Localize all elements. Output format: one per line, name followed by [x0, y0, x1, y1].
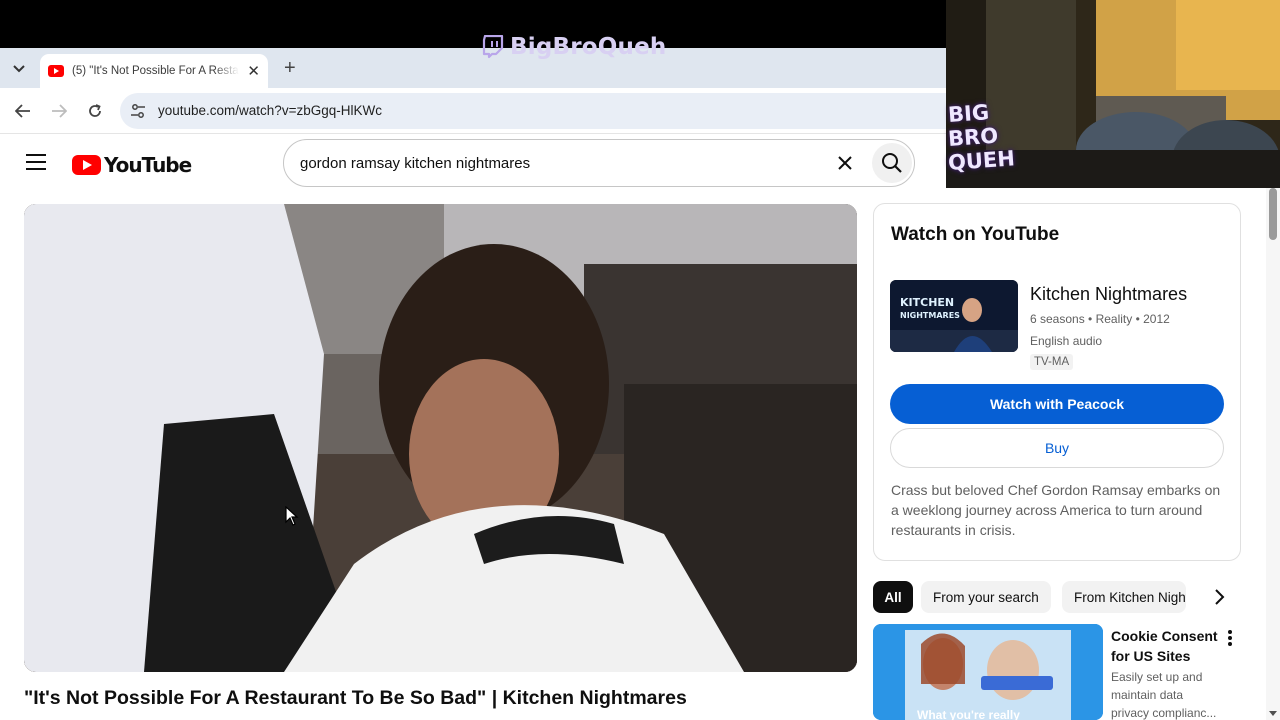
- show-meta: 6 seasons • Reality • 2012: [1030, 312, 1170, 326]
- video-player[interactable]: [24, 204, 857, 672]
- ad-description: Easily set up and maintain data privacy …: [1111, 670, 1217, 720]
- browser-tab-bar: (5) "It's Not Possible For A Restaurant …: [0, 48, 946, 88]
- close-icon[interactable]: ✕: [247, 62, 260, 80]
- reload-icon[interactable]: [84, 100, 106, 122]
- ad-title[interactable]: Cookie Consent for US Sites: [1111, 626, 1223, 666]
- tab-title: (5) "It's Not Possible For A Restaurant …: [72, 65, 239, 77]
- clear-icon[interactable]: [834, 152, 856, 174]
- youtube-wordmark: YouTube: [104, 153, 192, 177]
- card-heading: Watch on YouTube: [891, 224, 1060, 245]
- show-thumbnail[interactable]: KITCHEN NIGHTMARES: [890, 280, 1018, 352]
- address-bar[interactable]: youtube.com/watch?v=zbGgq-HlKWc: [120, 93, 950, 129]
- chip-all[interactable]: All: [873, 581, 913, 613]
- url-text: youtube.com/watch?v=zbGgq-HlKWc: [158, 103, 382, 118]
- show-thumb-line-2: NIGHTMARES: [900, 311, 960, 320]
- show-thumbnail-art: KITCHEN NIGHTMARES: [890, 280, 1018, 352]
- chip-from-your-search[interactable]: From your search: [921, 581, 1051, 613]
- ad-thumb-overlay: What you're really: [917, 708, 1020, 720]
- ad-thumbnail-art: [873, 624, 1103, 720]
- tab-search-button[interactable]: [6, 57, 32, 81]
- watch-with-peacock-button[interactable]: Watch with Peacock: [890, 384, 1224, 424]
- channel-badge: BIG BRO QUEH: [947, 100, 1034, 186]
- chevron-right-icon[interactable]: [1207, 585, 1231, 609]
- youtube-page: YouTube gordon ramsay kitchen nightmares: [0, 134, 1280, 720]
- show-name[interactable]: Kitchen Nightmares: [1030, 284, 1187, 305]
- channel-name: BigBroQueh: [510, 34, 667, 60]
- rating-badge: TV-MA: [1030, 354, 1074, 370]
- forward-arrow-icon[interactable]: [48, 100, 70, 122]
- video-frame: [24, 204, 857, 672]
- site-settings-icon[interactable]: [130, 103, 146, 119]
- search-button[interactable]: [872, 143, 912, 183]
- youtube-play-icon: [72, 155, 101, 175]
- scroll-down-icon[interactable]: [1268, 708, 1278, 718]
- search-icon: [882, 153, 902, 173]
- watch-on-youtube-card: Watch on YouTube KITCHEN NIGHTMARES Kitc…: [873, 203, 1241, 561]
- youtube-favicon: [48, 65, 64, 77]
- ad-thumbnail[interactable]: What you're really: [873, 624, 1103, 720]
- ad-item[interactable]: What you're really Cookie Consent for US…: [873, 624, 1243, 720]
- back-arrow-icon[interactable]: [12, 100, 34, 122]
- scrollbar-thumb[interactable]: [1269, 188, 1277, 240]
- show-audio: English audio: [1030, 334, 1103, 348]
- video-title: "It's Not Possible For A Restaurant To B…: [24, 687, 687, 709]
- browser-toolbar: youtube.com/watch?v=zbGgq-HlKWc: [0, 88, 950, 134]
- chip-from-kitchen-nightmares[interactable]: From Kitchen Nightmares: [1062, 581, 1186, 613]
- youtube-logo[interactable]: YouTube: [72, 153, 192, 177]
- badge-line-3: QUEH: [947, 146, 1016, 175]
- mouse-cursor-icon: [285, 506, 299, 526]
- chevron-down-icon: [13, 65, 25, 73]
- stream-brand: BigBroQueh: [482, 34, 666, 60]
- search-box[interactable]: gordon ramsay kitchen nightmares: [283, 139, 915, 187]
- twitch-icon: [482, 35, 504, 59]
- search-input[interactable]: gordon ramsay kitchen nightmares: [300, 155, 530, 172]
- buy-button[interactable]: Buy: [890, 428, 1224, 468]
- filter-chips: All From your search From Kitchen Nightm…: [873, 581, 1233, 613]
- browser-tab-active[interactable]: (5) "It's Not Possible For A Restaurant …: [40, 54, 268, 88]
- plus-icon[interactable]: +: [284, 56, 300, 80]
- more-vert-icon[interactable]: [1225, 628, 1235, 648]
- hamburger-icon[interactable]: [26, 154, 46, 170]
- page-scrollbar[interactable]: [1266, 186, 1280, 720]
- show-thumb-line-1: KITCHEN: [900, 296, 954, 309]
- show-description: Crass but beloved Chef Gordon Ramsay emb…: [891, 482, 1221, 538]
- screen: BigBroQueh (5) "It's Not Possible For A …: [0, 0, 1280, 720]
